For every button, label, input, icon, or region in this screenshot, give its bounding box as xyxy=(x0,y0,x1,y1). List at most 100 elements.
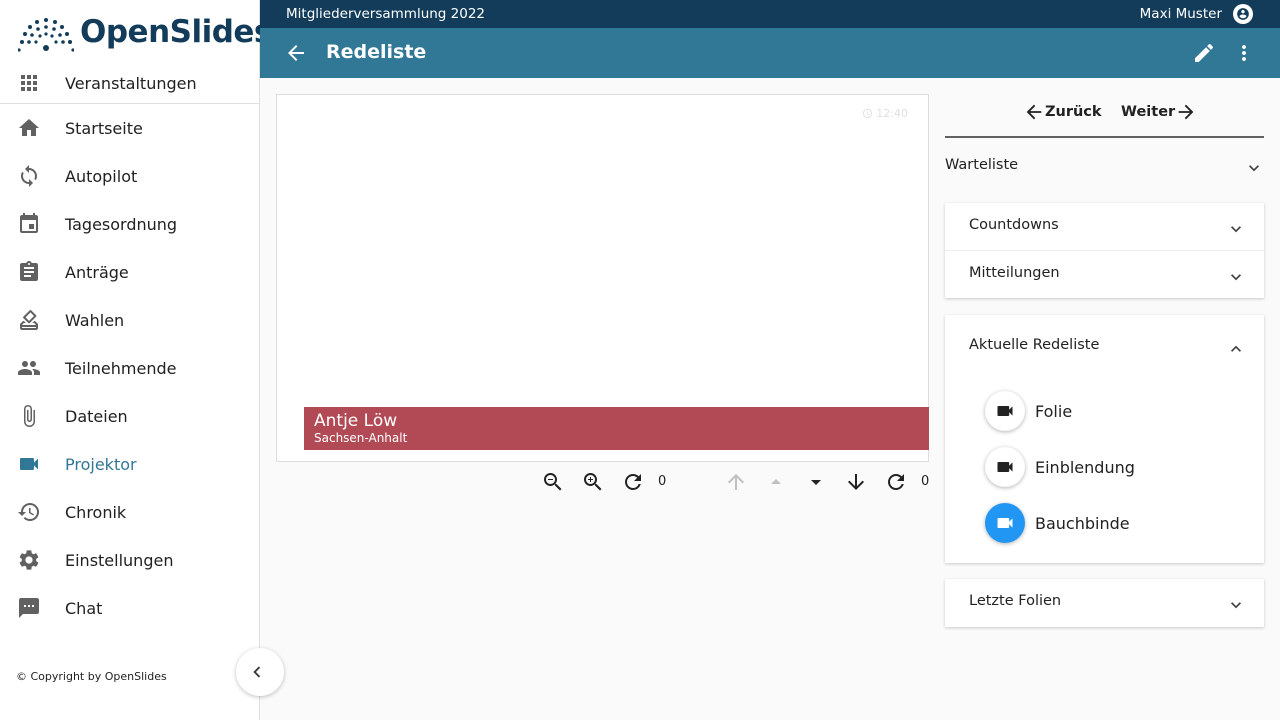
more-vert-icon[interactable] xyxy=(1232,41,1256,65)
settings-icon xyxy=(17,548,41,572)
arrow-drop-down-icon[interactable] xyxy=(804,470,828,494)
speaker-subtitle: Sachsen-Anhalt xyxy=(314,431,408,445)
sidebar-item-teilnehmende[interactable]: Teilnehmende xyxy=(0,344,260,392)
meeting-title[interactable]: Mitgliederversammlung 2022 xyxy=(286,6,485,22)
countdowns-messages-card: Countdowns Mitteilungen xyxy=(945,203,1264,298)
chevron-left-icon xyxy=(253,666,261,678)
waitlist-expander[interactable]: Warteliste xyxy=(945,140,1264,190)
clock-time: 12:40 xyxy=(876,107,908,120)
recent-slides-card: Letzte Folien xyxy=(945,579,1264,627)
sidebar-item-label: Einstellungen xyxy=(65,550,174,570)
attachment-icon xyxy=(17,404,41,428)
sidebar-item-label: Startseite xyxy=(65,118,143,138)
logo-text: OpenSlides xyxy=(80,14,272,50)
current-speakers-title: Aktuelle Redeliste xyxy=(969,337,1100,353)
zoom-value: 0 xyxy=(658,474,667,489)
arrow-upward-icon[interactable] xyxy=(724,470,748,494)
sidebar: OpenSlides Veranstaltungen Startseite Au… xyxy=(0,0,272,720)
arrow-drop-up-icon[interactable] xyxy=(764,470,788,494)
chevron-up-icon xyxy=(1226,339,1246,359)
sidebar-item-label: Anträge xyxy=(65,262,129,282)
assignment-icon xyxy=(17,260,41,284)
messages-label: Mitteilungen xyxy=(969,265,1060,281)
home-icon xyxy=(17,116,41,140)
videocam-icon xyxy=(997,406,1013,416)
collapse-sidebar-button[interactable] xyxy=(236,648,284,696)
slide-navigation: Zurück Weiter xyxy=(945,96,1264,138)
project-item-label: Bauchbinde xyxy=(1035,513,1130,533)
next-slide-button[interactable]: Weiter xyxy=(1121,100,1197,124)
sidebar-item-label: Wahlen xyxy=(65,310,125,330)
history-icon xyxy=(17,500,41,524)
people-icon xyxy=(17,356,41,380)
sidebar-item-dateien[interactable]: Dateien xyxy=(0,392,260,440)
project-overlay-item[interactable]: Einblendung xyxy=(985,447,1135,487)
user-name[interactable]: Maxi Muster xyxy=(1140,6,1222,22)
meeting-bar: Mitgliederversammlung 2022 Maxi Muster xyxy=(260,0,1280,28)
clock-icon xyxy=(863,108,873,119)
projector-toggle-button[interactable] xyxy=(985,503,1025,543)
project-item-label: Einblendung xyxy=(1035,457,1135,477)
page-toolbar: Redeliste xyxy=(260,28,1280,78)
recent-slides-label: Letzte Folien xyxy=(969,593,1062,609)
lower-third: Antje Löw Sachsen-Anhalt xyxy=(304,407,929,450)
previous-label: Zurück xyxy=(1045,104,1102,120)
sidebar-item-label: Teilnehmende xyxy=(65,358,177,378)
project-lower-third-item[interactable]: Bauchbinde xyxy=(985,503,1130,543)
calendar-icon xyxy=(17,212,41,236)
zoom-out-icon[interactable] xyxy=(541,470,565,494)
edit-icon[interactable] xyxy=(1192,41,1216,65)
copyright: © Copyright by OpenSlides xyxy=(16,670,167,683)
sidebar-item-veranstaltungen[interactable]: Veranstaltungen xyxy=(0,59,260,107)
chat-icon xyxy=(17,596,41,620)
arrow-forward-icon xyxy=(1178,104,1194,120)
previous-slide-button[interactable]: Zurück xyxy=(1023,100,1102,124)
current-speakers-card: Aktuelle Redeliste Folie Einblendung Bau… xyxy=(945,315,1264,563)
sidebar-item-label: Chronik xyxy=(65,502,127,522)
project-item-label: Folie xyxy=(1035,401,1073,421)
sidebar-item-label: Autopilot xyxy=(65,166,138,186)
waitlist-label: Warteliste xyxy=(945,157,1019,173)
next-label: Weiter xyxy=(1121,104,1176,120)
countdowns-expander[interactable]: Countdowns xyxy=(945,203,1264,251)
sidebar-item-label: Tagesordnung xyxy=(65,214,178,234)
sidebar-item-wahlen[interactable]: Wahlen xyxy=(0,296,260,344)
ballot-icon xyxy=(17,308,41,332)
sidebar-item-label: Chat xyxy=(65,598,103,618)
sidebar-item-startseite[interactable]: Startseite xyxy=(0,104,260,152)
projector-toggle-button[interactable] xyxy=(985,391,1025,431)
videocam-icon xyxy=(997,518,1013,528)
chevron-down-icon xyxy=(1226,219,1246,239)
account-icon[interactable] xyxy=(1233,4,1253,24)
projector-toggle-button[interactable] xyxy=(985,447,1025,487)
sync-icon xyxy=(17,164,41,188)
project-slide-item[interactable]: Folie xyxy=(985,391,1072,431)
chevron-down-icon xyxy=(1244,158,1264,178)
scroll-value: 0 xyxy=(921,474,930,489)
back-arrow-icon[interactable] xyxy=(284,41,308,65)
chevron-down-icon xyxy=(1226,595,1246,615)
sidebar-item-chat[interactable]: Chat xyxy=(0,584,260,632)
recent-slides-expander[interactable]: Letzte Folien xyxy=(945,579,1264,627)
projector-clock: 12:40 xyxy=(862,107,908,120)
reset-zoom-icon[interactable] xyxy=(621,470,645,494)
sidebar-item-autopilot[interactable]: Autopilot xyxy=(0,152,260,200)
sidebar-item-antraege[interactable]: Anträge xyxy=(0,248,260,296)
chevron-down-icon xyxy=(1226,267,1246,287)
arrow-downward-icon[interactable] xyxy=(844,470,868,494)
reset-scroll-icon[interactable] xyxy=(884,470,908,494)
speaker-name: Antje Löw xyxy=(314,411,398,431)
countdowns-label: Countdowns xyxy=(969,217,1059,233)
zoom-in-icon[interactable] xyxy=(581,470,605,494)
arrow-back-icon xyxy=(1026,104,1042,120)
sidebar-item-tagesordnung[interactable]: Tagesordnung xyxy=(0,200,260,248)
videocam-icon xyxy=(997,462,1013,472)
projector-preview: 12:40 Antje Löw Sachsen-Anhalt xyxy=(276,94,929,462)
messages-expander[interactable]: Mitteilungen xyxy=(945,251,1264,299)
sidebar-item-einstellungen[interactable]: Einstellungen xyxy=(0,536,260,584)
apps-icon xyxy=(17,71,41,95)
sidebar-item-label: Veranstaltungen xyxy=(65,73,197,93)
current-speakers-header[interactable]: Aktuelle Redeliste xyxy=(945,323,1264,371)
openslides-logo[interactable]: OpenSlides xyxy=(18,10,272,54)
sidebar-item-label: Dateien xyxy=(65,406,128,426)
